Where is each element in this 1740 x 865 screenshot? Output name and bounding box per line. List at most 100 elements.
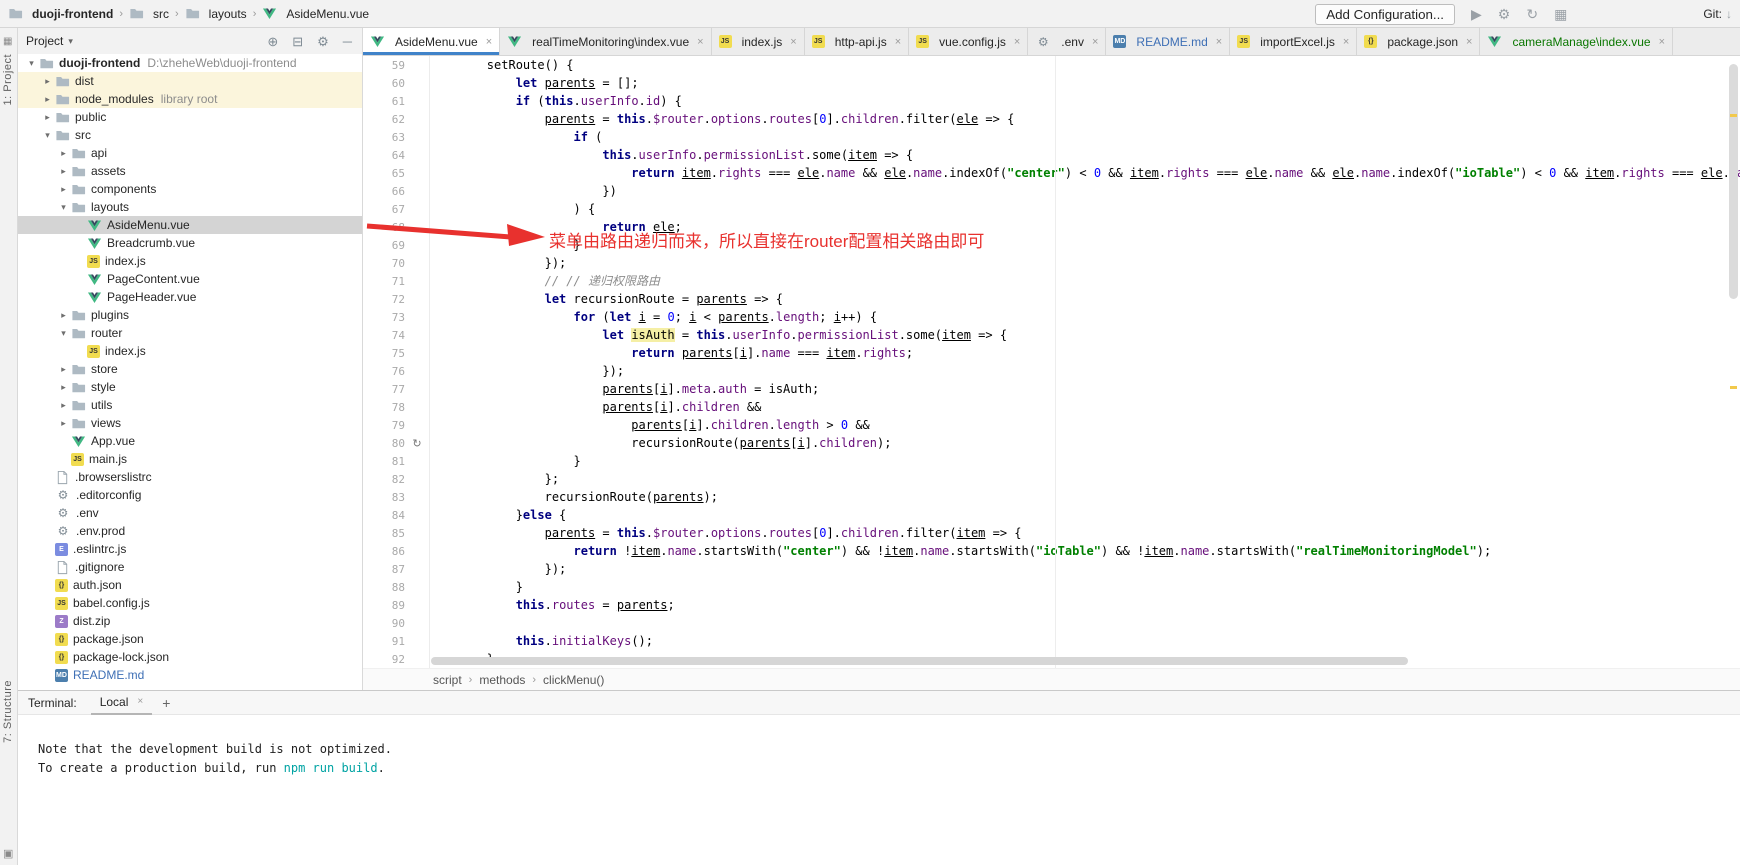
tree-item-plugins[interactable]: ▸plugins	[18, 306, 362, 324]
tree-item-dist[interactable]: ▸dist	[18, 72, 362, 90]
close-icon[interactable]: ×	[486, 36, 492, 48]
tab-cameramanage-index-vue[interactable]: cameraManage\index.vue×	[1480, 28, 1673, 55]
close-icon[interactable]: ×	[137, 696, 143, 707]
project-panel-title[interactable]: Project	[26, 34, 63, 48]
code-line-85[interactable]: 85 parents = this.$router.options.routes…	[363, 524, 1740, 542]
code-line-64[interactable]: 64 this.userInfo.permissionList.some(ite…	[363, 146, 1740, 164]
chevron-closed-icon[interactable]: ▸	[40, 112, 55, 123]
breadcrumb-src[interactable]: src	[129, 6, 169, 21]
code-line-80[interactable]: 80↻ recursionRoute(parents[i].children);	[363, 434, 1740, 452]
code-line-78[interactable]: 78 parents[i].children &&	[363, 398, 1740, 416]
code-line-71[interactable]: 71 // // 递归权限路由	[363, 272, 1740, 290]
code-line-86[interactable]: 86 return !item.name.startsWith("center"…	[363, 542, 1740, 560]
scrollbar-thumb[interactable]	[1729, 64, 1738, 299]
run-icon[interactable]: ▶	[1471, 6, 1482, 22]
code-line-87[interactable]: 87 });	[363, 560, 1740, 578]
code-line-73[interactable]: 73 for (let i = 0; i < parents.length; i…	[363, 308, 1740, 326]
close-icon[interactable]: ×	[1216, 36, 1222, 48]
tree-item-pageheader-vue[interactable]: PageHeader.vue	[18, 288, 362, 306]
toolwindow-button-project[interactable]: 1: Project	[2, 54, 14, 105]
tab-realtimemonitoring-index-vue[interactable]: realTimeMonitoring\index.vue×	[500, 28, 711, 55]
code-line-81[interactable]: 81 }	[363, 452, 1740, 470]
tree-item-node-modules[interactable]: ▸node_moduleslibrary root	[18, 90, 362, 108]
tree-item-utils[interactable]: ▸utils	[18, 396, 362, 414]
chevron-down-icon[interactable]: ▾	[68, 36, 73, 47]
code-line-62[interactable]: 62 parents = this.$router.options.routes…	[363, 110, 1740, 128]
close-icon[interactable]: ×	[1092, 36, 1098, 48]
chevron-open-icon[interactable]: ▾	[56, 328, 71, 339]
chevron-closed-icon[interactable]: ▸	[56, 148, 71, 159]
breadcrumb-layouts[interactable]: layouts	[185, 6, 247, 21]
code-line-67[interactable]: 67 ) {	[363, 200, 1740, 218]
recursive-call-icon[interactable]: ↻	[405, 435, 429, 453]
sync-icon[interactable]: ↻	[1526, 6, 1538, 22]
code-line-72[interactable]: 72 let recursionRoute = parents => {	[363, 290, 1740, 308]
tree-item-router[interactable]: ▾router	[18, 324, 362, 342]
tree-item-editorconfig[interactable]: ⚙.editorconfig	[18, 486, 362, 504]
chevron-closed-icon[interactable]: ▸	[56, 364, 71, 375]
code-line-65[interactable]: 65 return item.rights === ele.name && el…	[363, 164, 1740, 182]
tree-item-app-vue[interactable]: App.vue	[18, 432, 362, 450]
tree-item-package-json[interactable]: {}package.json	[18, 630, 362, 648]
tree-item-index-js[interactable]: JSindex.js	[18, 252, 362, 270]
tab-env[interactable]: ⚙.env×	[1028, 28, 1106, 55]
terminal-tab-local[interactable]: Local ×	[91, 691, 153, 715]
code-line-82[interactable]: 82 };	[363, 470, 1740, 488]
editor-vertical-scrollbar[interactable]	[1727, 56, 1740, 668]
build-icon[interactable]: ⚙	[1498, 6, 1511, 22]
chevron-closed-icon[interactable]: ▸	[56, 166, 71, 177]
tree-item-auth-json[interactable]: {}auth.json	[18, 576, 362, 594]
code-line-60[interactable]: 60 let parents = [];	[363, 74, 1740, 92]
editor-breadcrumb-script[interactable]: script	[433, 673, 462, 687]
tree-item-env[interactable]: ⚙.env	[18, 504, 362, 522]
warning-stripe-mark[interactable]	[1730, 386, 1737, 389]
editor-breadcrumb-methods[interactable]: methods	[479, 673, 525, 687]
tab-asidemenu-vue[interactable]: AsideMenu.vue×	[363, 28, 500, 55]
tab-readme-md[interactable]: MDREADME.md×	[1106, 28, 1230, 55]
tab-importexcel-js[interactable]: JSimportExcel.js×	[1230, 28, 1357, 55]
collapse-all-icon[interactable]: ⊟	[292, 35, 303, 48]
chevron-open-icon[interactable]: ▾	[24, 58, 39, 69]
tree-item-store[interactable]: ▸store	[18, 360, 362, 378]
close-icon[interactable]: ×	[895, 36, 901, 48]
close-icon[interactable]: ×	[790, 36, 796, 48]
breadcrumb-asidemenu-vue[interactable]: AsideMenu.vue	[262, 6, 369, 21]
chevron-closed-icon[interactable]: ▸	[40, 76, 55, 87]
close-icon[interactable]: ×	[1343, 36, 1349, 48]
tab-index-js[interactable]: JSindex.js×	[712, 28, 805, 55]
chevron-closed-icon[interactable]: ▸	[56, 310, 71, 321]
layout-icon[interactable]: ▦	[1554, 6, 1567, 22]
tree-item-src[interactable]: ▾src	[18, 126, 362, 144]
chevron-open-icon[interactable]: ▾	[56, 202, 71, 213]
tree-item-pagecontent-vue[interactable]: PageContent.vue	[18, 270, 362, 288]
tree-item-dist-zip[interactable]: Zdist.zip	[18, 612, 362, 630]
code-line-63[interactable]: 63 if (	[363, 128, 1740, 146]
tree-item-eslintrc-js[interactable]: E.eslintrc.js	[18, 540, 362, 558]
code-line-75[interactable]: 75 return parents[i].name === item.right…	[363, 344, 1740, 362]
tree-item-readme-md[interactable]: MDREADME.md	[18, 666, 362, 684]
scrollbar-thumb[interactable]	[431, 657, 1408, 665]
tree-item-index-js[interactable]: JSindex.js	[18, 342, 362, 360]
tree-item-components[interactable]: ▸components	[18, 180, 362, 198]
code-line-91[interactable]: 91 this.initialKeys();	[363, 632, 1740, 650]
tree-item-main-js[interactable]: JSmain.js	[18, 450, 362, 468]
hide-icon[interactable]: ─	[343, 35, 352, 48]
tree-item-env-prod[interactable]: ⚙.env.prod	[18, 522, 362, 540]
code-area[interactable]: 59 setRoute() {60 let parents = [];61 if…	[363, 56, 1740, 668]
tree-item-package-lock-json[interactable]: {}package-lock.json	[18, 648, 362, 666]
chevron-closed-icon[interactable]: ▸	[56, 382, 71, 393]
editor-horizontal-scrollbar[interactable]	[431, 657, 1716, 665]
tree-item-breadcrumb-vue[interactable]: Breadcrumb.vue	[18, 234, 362, 252]
code-line-59[interactable]: 59 setRoute() {	[363, 56, 1740, 74]
editor-breadcrumb-clickmenu[interactable]: clickMenu()	[543, 673, 604, 687]
toolwindow-switcher-icon[interactable]: ▣	[3, 847, 13, 860]
tab-vue-config-js[interactable]: JSvue.config.js×	[909, 28, 1028, 55]
tree-item-style[interactable]: ▸style	[18, 378, 362, 396]
warning-stripe-mark[interactable]	[1730, 114, 1737, 117]
code-line-84[interactable]: 84 }else {	[363, 506, 1740, 524]
tree-item-views[interactable]: ▸views	[18, 414, 362, 432]
code-line-89[interactable]: 89 this.routes = parents;	[363, 596, 1740, 614]
tree-item-public[interactable]: ▸public	[18, 108, 362, 126]
close-icon[interactable]: ×	[697, 36, 703, 48]
tree-item-assets[interactable]: ▸assets	[18, 162, 362, 180]
